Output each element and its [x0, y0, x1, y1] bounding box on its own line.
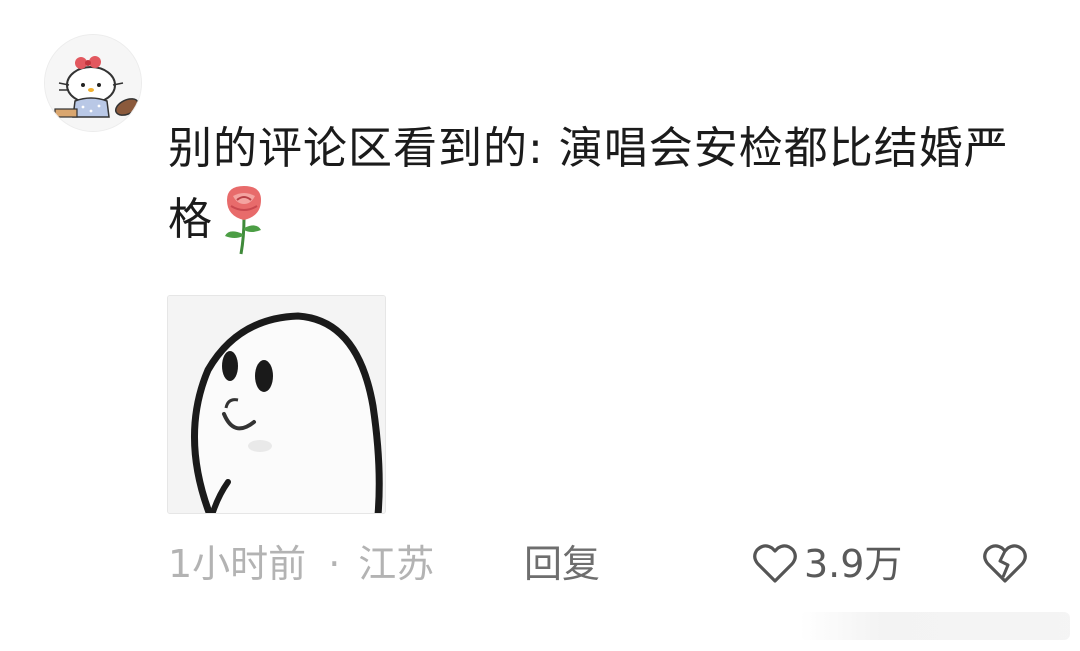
- hello-kitty-avatar-icon: [45, 35, 141, 131]
- comment-text-content: 别的评论区看到的: 演唱会安检都比结婚严格: [168, 123, 1009, 245]
- like-count: 3.9万: [804, 542, 903, 586]
- broken-heart-icon: [983, 544, 1027, 583]
- comment-location: 江苏: [358, 542, 435, 586]
- comment-item: 别的评论区看到的: 演唱会安检都比结婚严格 1小时前 · 江苏 回复 3.9万: [0, 0, 1080, 651]
- comment-text: 别的评论区看到的: 演唱会安检都比结婚严格: [168, 116, 1028, 256]
- watermark: [800, 612, 1070, 640]
- meta-separator: ·: [328, 542, 341, 586]
- like-button[interactable]: 3.9万: [752, 538, 902, 590]
- heart-icon: [753, 544, 797, 583]
- user-avatar[interactable]: [44, 34, 142, 132]
- comment-meta: 1小时前 · 江苏: [168, 538, 434, 590]
- comment-time: 1小时前: [168, 542, 307, 586]
- dislike-button[interactable]: [982, 538, 1028, 590]
- reply-button[interactable]: 回复: [524, 538, 600, 590]
- ghost-sticker-image[interactable]: [167, 295, 386, 514]
- ghost-sticker-icon: [168, 296, 385, 513]
- rose-icon: [217, 182, 271, 256]
